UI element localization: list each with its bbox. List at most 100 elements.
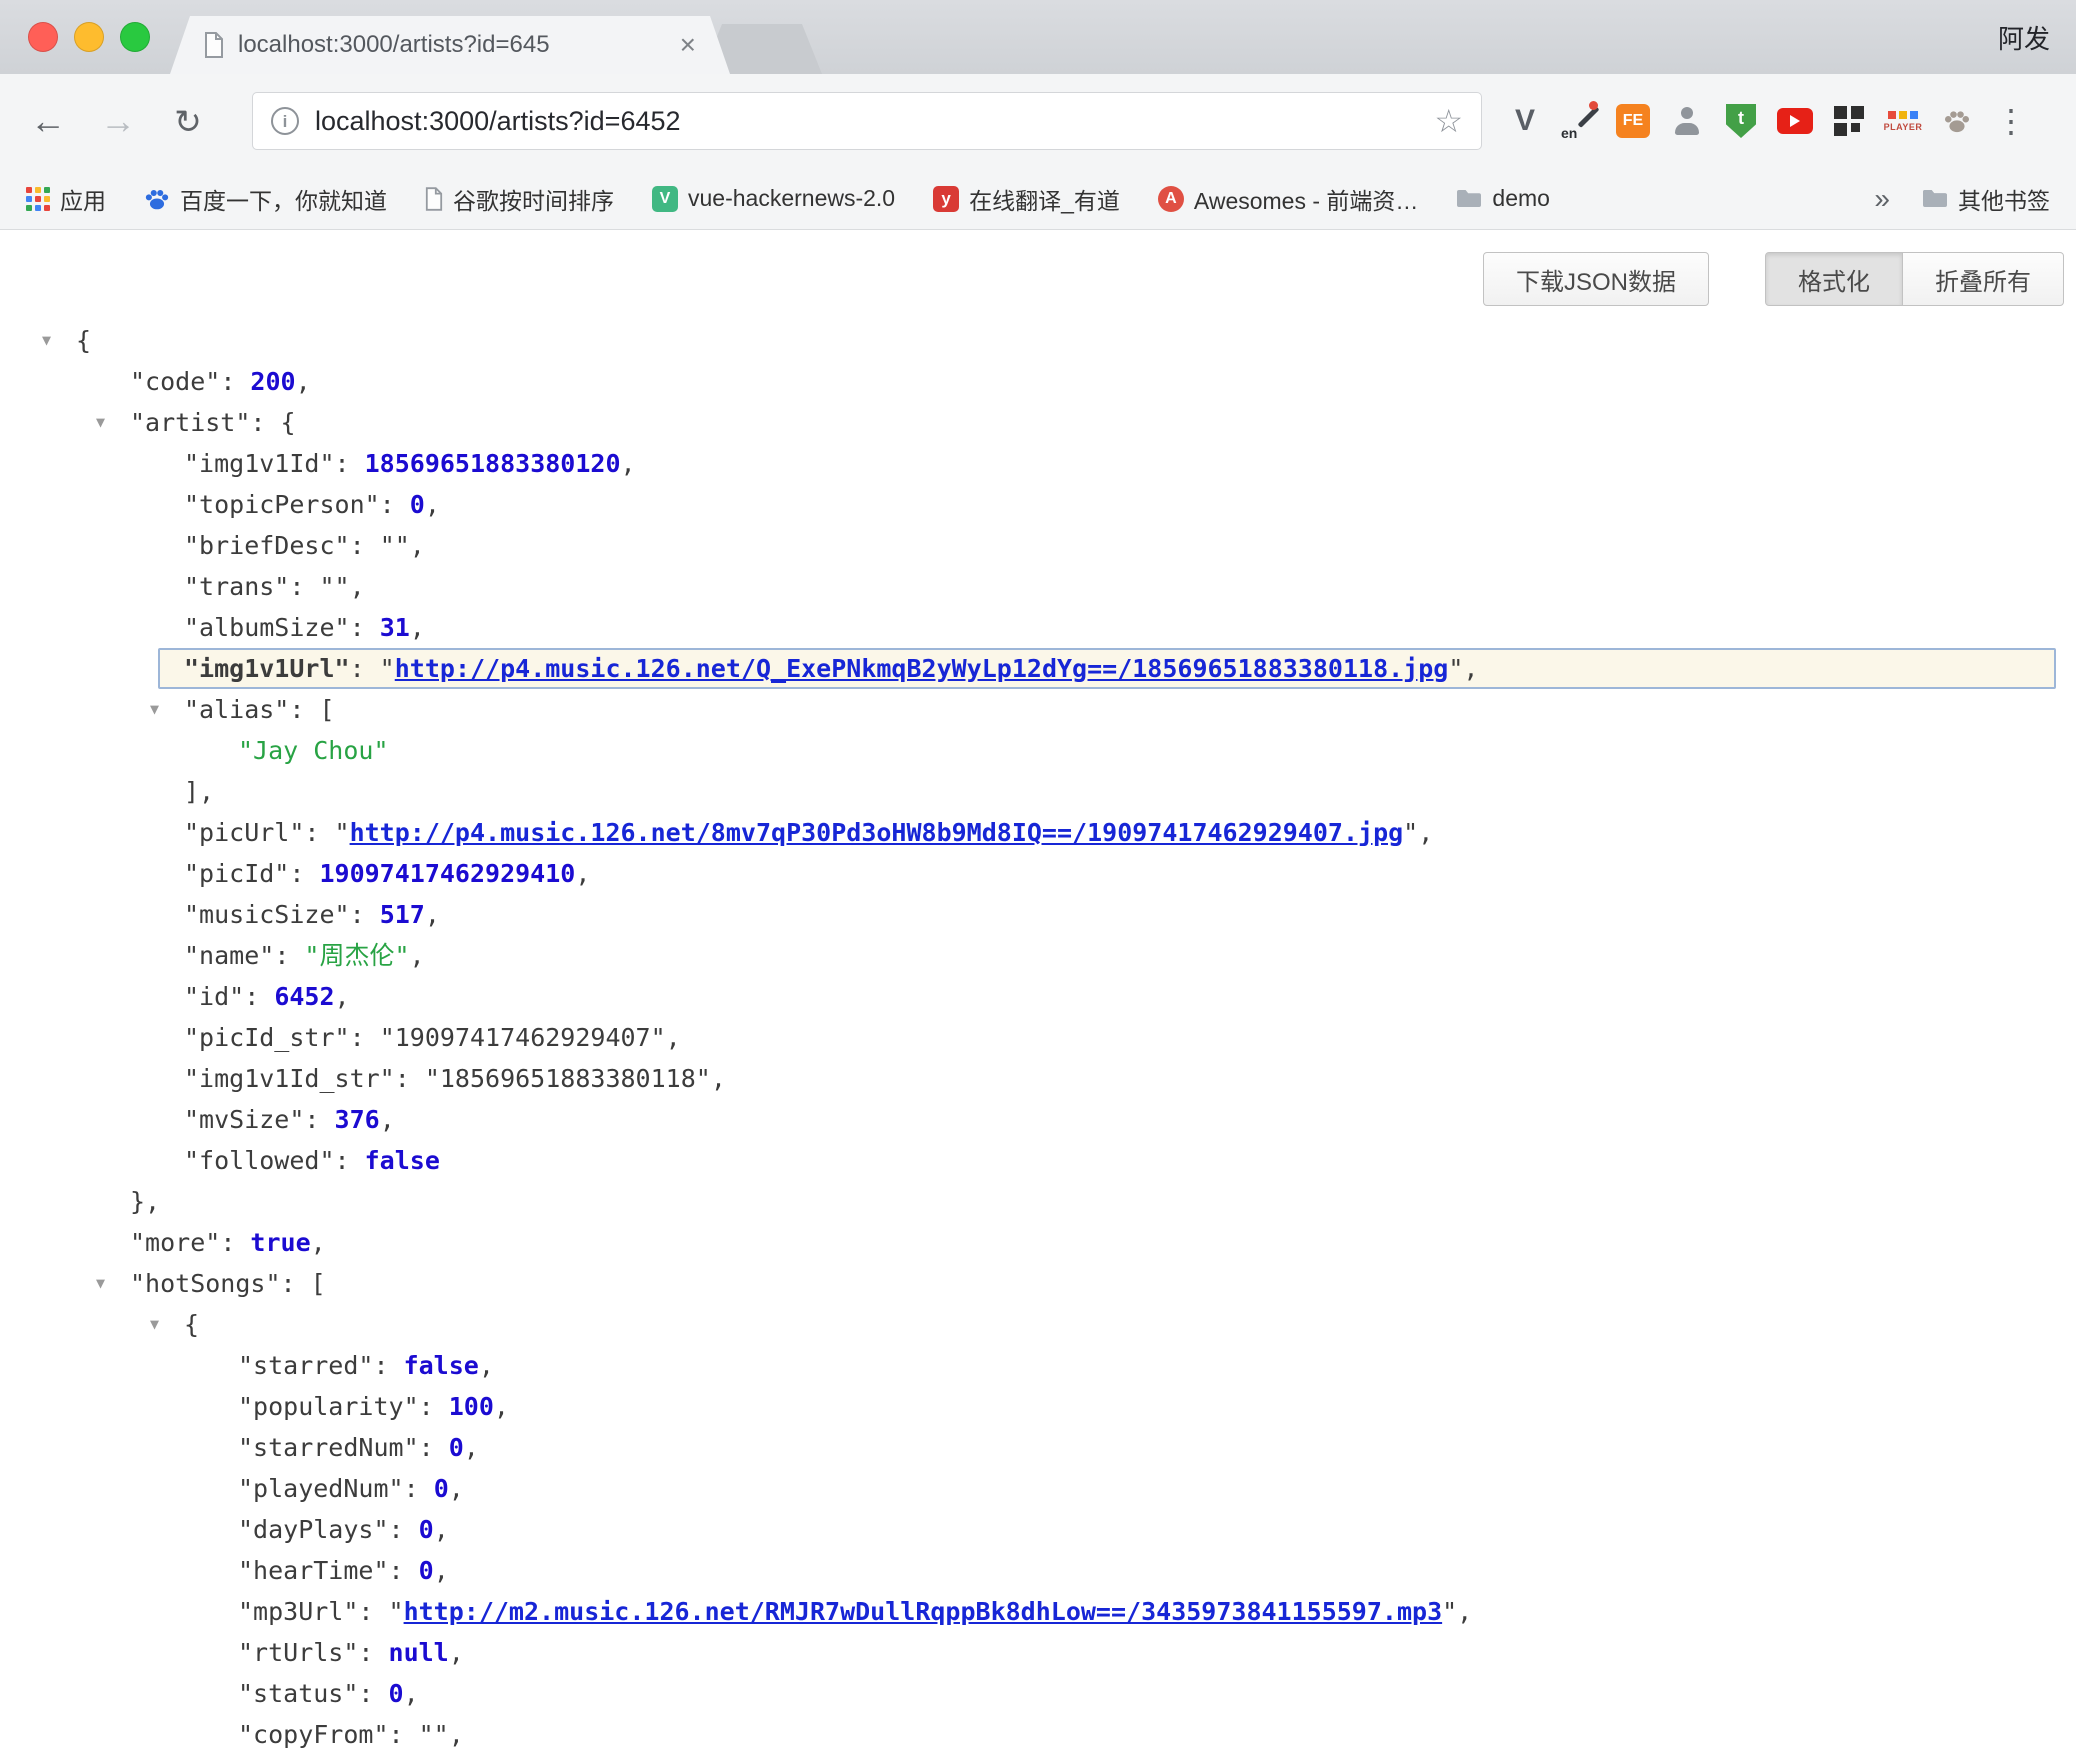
json-line-content: "starredNum": 0, <box>238 1433 479 1462</box>
json-token: , <box>335 982 350 1011</box>
bookmark-youdao-translate[interactable]: y 在线翻译_有道 <box>933 182 1120 216</box>
json-token: : <box>350 900 380 929</box>
collapse-triangle-icon[interactable]: ▼ <box>96 1263 105 1304</box>
json-line: "picId_str": "19097417462929407", <box>0 1017 2076 1058</box>
address-bar[interactable]: i localhost:3000/artists?id=6452 ☆ <box>252 92 1482 150</box>
json-token: 200 <box>250 367 295 396</box>
player-extension-button[interactable]: PLAYER <box>1882 100 1924 142</box>
folder-icon <box>1922 189 1948 209</box>
json-token: , <box>350 572 365 601</box>
window-controls <box>28 22 150 52</box>
download-json-button[interactable]: 下载JSON数据 <box>1483 252 1709 306</box>
json-token: : <box>274 941 304 970</box>
json-line: "albumSize": 31, <box>0 607 2076 648</box>
json-token: , <box>410 613 425 642</box>
tab-strip: localhost:3000/artists?id=645 × 阿发 <box>0 0 2076 74</box>
browser-tab[interactable]: localhost:3000/artists?id=645 × <box>170 16 730 74</box>
tab-title: localhost:3000/artists?id=645 <box>238 31 666 59</box>
minimize-window-button[interactable] <box>74 22 104 52</box>
json-token: 31 <box>380 613 410 642</box>
json-token: ", <box>1448 654 1478 683</box>
back-button[interactable]: ← <box>26 103 70 139</box>
json-token: : [ <box>281 1269 326 1298</box>
folder-icon <box>1456 189 1482 209</box>
json-line-content: "id": 6452, <box>184 982 350 1011</box>
adblock-extension-button[interactable]: t <box>1720 100 1762 142</box>
other-bookmarks-folder[interactable]: 其他书签 <box>1922 182 2050 216</box>
zoom-window-button[interactable] <box>120 22 150 52</box>
bookmark-label: 其他书签 <box>1958 182 2050 216</box>
json-line-content: "img1v1Id_str": "18569651883380118", <box>184 1064 726 1093</box>
json-token: "Jay Chou" <box>238 736 389 765</box>
json-token: , <box>410 941 425 970</box>
json-token: : <box>220 367 250 396</box>
json-token: "code" <box>130 367 220 396</box>
json-token: 0 <box>419 1515 434 1544</box>
bookmark-google-sort[interactable]: 谷歌按时间排序 <box>425 182 614 216</box>
player-label: PLAYER <box>1884 122 1923 132</box>
navigation-toolbar: ← → ↻ i localhost:3000/artists?id=6452 ☆… <box>0 74 2076 168</box>
vimium-extension-button[interactable]: V <box>1504 100 1546 142</box>
json-line: "more": true, <box>0 1222 2076 1263</box>
json-line: ▼{ <box>0 320 2076 361</box>
json-line-content: ], <box>184 777 214 806</box>
json-line-content: "artist": { <box>130 408 296 437</box>
reload-button[interactable]: ↻ <box>166 105 210 138</box>
json-token: "19097417462929407" <box>380 1023 666 1052</box>
json-token: "id" <box>184 982 244 1011</box>
bookmark-label: 谷歌按时间排序 <box>453 182 614 216</box>
bookmark-vue-hackernews[interactable]: V vue-hackernews-2.0 <box>652 185 895 212</box>
json-line-content: "topicPerson": 0, <box>184 490 440 519</box>
bookmark-star-icon[interactable]: ☆ <box>1434 105 1463 137</box>
profile-extension-button[interactable] <box>1666 100 1708 142</box>
json-line: "name": "周杰伦", <box>0 935 2076 976</box>
bookmark-baidu[interactable]: 百度一下，你就知道 <box>144 182 387 216</box>
json-line: "followed": false <box>0 1140 2076 1181</box>
json-token: true <box>250 1228 310 1257</box>
qrcode-extension-button[interactable] <box>1828 100 1870 142</box>
json-line: ▼ "artist": { <box>0 402 2076 443</box>
collapse-triangle-icon[interactable]: ▼ <box>150 1304 159 1345</box>
browser-menu-button[interactable]: ⋮ <box>1990 100 2032 142</box>
extension-icons: V en FE t <box>1504 100 2032 142</box>
bookmark-apps[interactable]: 应用 <box>26 182 106 216</box>
json-token: : <box>395 1064 425 1093</box>
json-line: "copyFrom": "", <box>0 1714 2076 1755</box>
page-info-icon[interactable]: i <box>271 107 299 135</box>
json-token: : <box>404 1474 434 1503</box>
json-token: : [ <box>289 695 334 724</box>
pen-icon <box>1578 106 1600 128</box>
json-line: "img1v1Id_str": "18569651883380118", <box>0 1058 2076 1099</box>
json-token: : <box>373 1351 403 1380</box>
format-button[interactable]: 格式化 <box>1765 252 1903 306</box>
json-token: , <box>464 1433 479 1462</box>
json-line-content: "copyFrom": "", <box>238 1720 464 1749</box>
tab-close-icon[interactable]: × <box>680 31 696 59</box>
json-token: null <box>389 1638 449 1667</box>
json-token: : <box>350 613 380 642</box>
collapse-triangle-icon[interactable]: ▼ <box>150 689 159 730</box>
json-line-content: "briefDesc": "", <box>184 531 425 560</box>
json-token: : <box>350 531 380 560</box>
json-line: "playedNum": 0, <box>0 1468 2076 1509</box>
json-url-link[interactable]: http://m2.music.126.net/RMJR7wDullRqppBk… <box>404 1597 1443 1626</box>
bookmark-awesomes[interactable]: A Awesomes - 前端资… <box>1158 182 1419 216</box>
translate-pen-extension-button[interactable]: en <box>1558 100 1600 142</box>
json-url-link[interactable]: http://p4.music.126.net/Q_ExePNkmqB2yWyL… <box>395 654 1449 683</box>
collapse-all-button[interactable]: 折叠所有 <box>1902 252 2064 306</box>
json-token: , <box>425 490 440 519</box>
collapse-triangle-icon[interactable]: ▼ <box>96 402 105 443</box>
paw-extension-button[interactable] <box>1936 100 1978 142</box>
youtube-extension-button[interactable] <box>1774 100 1816 142</box>
json-token: 18569651883380120 <box>365 449 621 478</box>
profile-name[interactable]: 阿发 <box>1998 19 2050 56</box>
close-window-button[interactable] <box>28 22 58 52</box>
json-url-link[interactable]: http://p4.music.126.net/8mv7qP30Pd3oHW8b… <box>350 818 1404 847</box>
bookmarks-overflow-icon[interactable]: » <box>1874 183 1890 215</box>
json-line: ], <box>0 771 2076 812</box>
forward-button[interactable]: → <box>96 103 140 139</box>
collapse-triangle-icon[interactable]: ▼ <box>42 320 51 361</box>
json-line: "rtUrls": null, <box>0 1632 2076 1673</box>
bookmark-demo-folder[interactable]: demo <box>1456 185 1550 212</box>
fe-extension-button[interactable]: FE <box>1612 100 1654 142</box>
